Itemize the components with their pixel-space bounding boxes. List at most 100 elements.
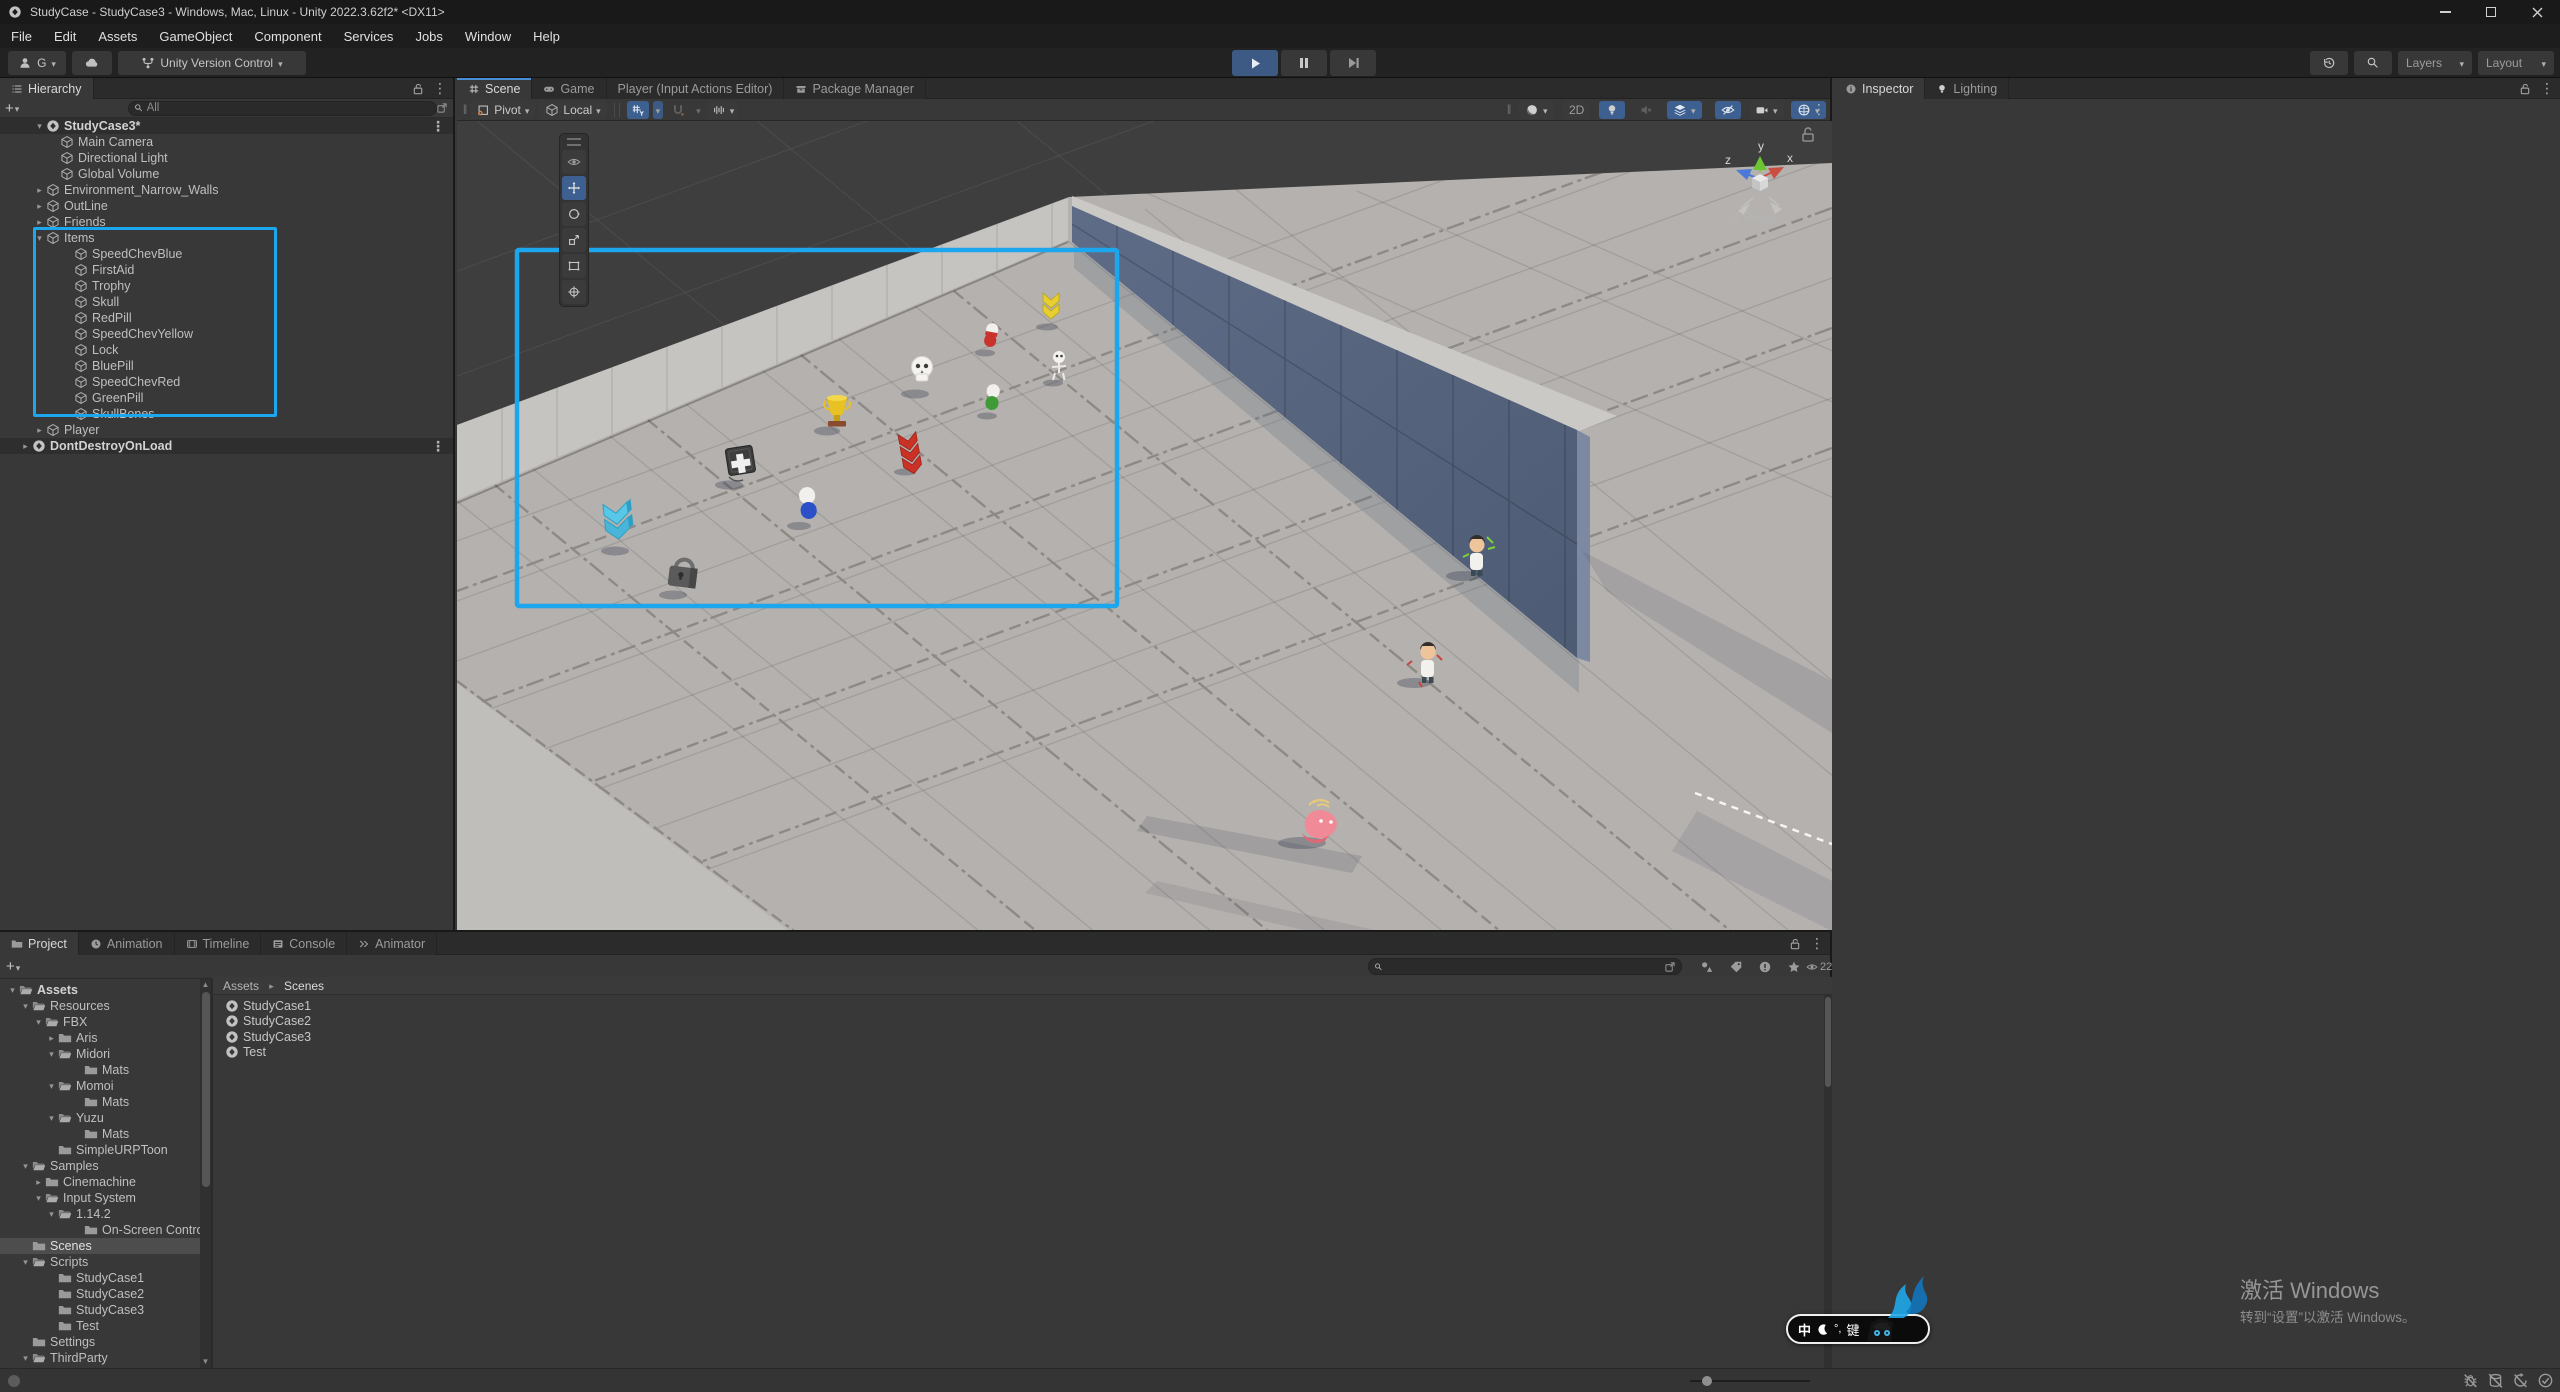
- view-tool-button[interactable]: [562, 150, 586, 174]
- filter-by-label-icon[interactable]: [1729, 960, 1743, 974]
- hierarchy-scene-row[interactable]: DontDestroyOnLoad: [0, 438, 453, 454]
- expand-arrow-icon[interactable]: [33, 182, 46, 198]
- scrollbar-thumb[interactable]: [1825, 997, 1831, 1087]
- snap-caret[interactable]: [693, 101, 704, 119]
- tab-lighting[interactable]: Lighting: [1925, 78, 2009, 99]
- account-button[interactable]: G: [8, 51, 66, 75]
- expand-arrow-icon[interactable]: [6, 982, 19, 998]
- panel-menu-icon[interactable]: [1810, 935, 1824, 952]
- tree-item[interactable]: StudyCase2: [0, 1286, 200, 1302]
- hidden-objects-button[interactable]: [1715, 101, 1741, 119]
- orientation-gizmo[interactable]: y x z: [1705, 122, 1835, 242]
- expand-arrow-icon[interactable]: [19, 998, 32, 1014]
- layout-dropdown[interactable]: Layout: [2478, 51, 2554, 75]
- maximize-button[interactable]: [2468, 0, 2514, 24]
- cache-server-disabled-icon[interactable]: [2487, 1372, 2504, 1389]
- tree-item[interactable]: Cinemachine: [0, 1174, 200, 1190]
- debugger-disabled-icon[interactable]: [2462, 1372, 2479, 1389]
- expand-arrow-icon[interactable]: [45, 1206, 58, 1222]
- ime-mode-label[interactable]: 中: [1798, 1320, 1811, 1339]
- pane-options-icon[interactable]: [436, 102, 448, 114]
- overlay-drag-handle[interactable]: [567, 138, 581, 146]
- tree-item[interactable]: Mats: [0, 1126, 200, 1142]
- pivot-mode-dropdown[interactable]: Pivot: [470, 101, 535, 119]
- expand-arrow-icon[interactable]: [45, 1110, 58, 1126]
- asset-file[interactable]: Test: [213, 1045, 1832, 1061]
- scene-viewport[interactable]: [457, 121, 1832, 930]
- hierarchy-item[interactable]: RedPill: [0, 310, 453, 326]
- global-search-button[interactable]: [2354, 51, 2392, 75]
- drag-handle-icon[interactable]: ||: [463, 104, 466, 115]
- asset-file[interactable]: StudyCase1: [213, 998, 1832, 1014]
- hierarchy-item[interactable]: Skull: [0, 294, 453, 310]
- hierarchy-item[interactable]: FirstAid: [0, 262, 453, 278]
- hierarchy-item[interactable]: Global Volume: [0, 166, 453, 182]
- hierarchy-item[interactable]: SpeedChevBlue: [0, 246, 453, 262]
- auto-refresh-disabled-icon[interactable]: [2512, 1372, 2529, 1389]
- expand-arrow-icon[interactable]: [19, 1254, 32, 1270]
- drag-handle-icon[interactable]: ||: [1507, 104, 1510, 115]
- layers-dropdown[interactable]: Layers: [2398, 51, 2472, 75]
- undo-history-button[interactable]: [2310, 51, 2348, 75]
- panel-menu-icon[interactable]: [433, 80, 447, 97]
- tree-item[interactable]: Settings: [0, 1334, 200, 1350]
- axis-x-label[interactable]: x: [1787, 151, 1793, 165]
- hierarchy-item[interactable]: SpeedChevYellow: [0, 326, 453, 342]
- menu-jobs[interactable]: Jobs: [404, 24, 453, 48]
- panel-lock-icon[interactable]: [2518, 82, 2532, 96]
- asset-file[interactable]: StudyCase3: [213, 1029, 1832, 1045]
- tree-item[interactable]: SimpleURPToon: [0, 1142, 200, 1158]
- tab-timeline[interactable]: Timeline: [175, 932, 262, 955]
- menu-edit[interactable]: Edit: [43, 24, 87, 48]
- ime-punct-label[interactable]: °,: [1834, 1323, 1841, 1335]
- cloud-button[interactable]: [72, 51, 112, 75]
- breadcrumb-current[interactable]: Scenes: [284, 979, 324, 993]
- tab-console[interactable]: Console: [261, 932, 347, 955]
- tab-scene[interactable]: Scene: [457, 78, 532, 99]
- tree-item[interactable]: FBX: [0, 1014, 200, 1030]
- create-asset-button[interactable]: +: [6, 959, 20, 974]
- hierarchy-item-items[interactable]: Items: [0, 230, 453, 246]
- tab-project[interactable]: Project: [0, 932, 79, 955]
- tab-package-manager[interactable]: Package Manager: [784, 78, 925, 99]
- expand-arrow-icon[interactable]: [45, 1046, 58, 1062]
- panel-lock-icon[interactable]: [411, 82, 425, 96]
- hierarchy-item[interactable]: Directional Light: [0, 150, 453, 166]
- snap-increment-button[interactable]: [708, 101, 739, 119]
- scene-effects-dropdown[interactable]: [1667, 101, 1702, 119]
- tree-item[interactable]: On-Screen Contro: [0, 1222, 200, 1238]
- draw-mode-dropdown[interactable]: [1519, 101, 1554, 119]
- rect-tool-button[interactable]: [562, 254, 586, 278]
- tree-scrollbar[interactable]: ▲ ▼: [200, 979, 211, 1368]
- row-menu-icon[interactable]: [431, 118, 445, 134]
- hierarchy-item[interactable]: Main Camera: [0, 134, 453, 150]
- tree-item[interactable]: 1.14.2: [0, 1206, 200, 1222]
- tree-item[interactable]: Test: [0, 1318, 200, 1334]
- tab-animation[interactable]: Animation: [79, 932, 175, 955]
- hierarchy-item[interactable]: Friends: [0, 214, 453, 230]
- expand-arrow-icon[interactable]: [45, 1030, 58, 1046]
- menu-help[interactable]: Help: [522, 24, 571, 48]
- expand-arrow-icon[interactable]: [19, 438, 32, 454]
- hierarchy-item[interactable]: Environment_Narrow_Walls: [0, 182, 453, 198]
- grid-visibility-button[interactable]: [627, 101, 649, 119]
- tree-item[interactable]: ThirdParty: [0, 1350, 200, 1366]
- camera-settings-dropdown[interactable]: [1749, 101, 1784, 119]
- hierarchy-scene-row[interactable]: StudyCase3*: [0, 118, 453, 134]
- tree-item[interactable]: Scripts: [0, 1254, 200, 1270]
- tree-item[interactable]: Samples: [0, 1158, 200, 1174]
- panel-lock-icon[interactable]: [1788, 937, 1802, 951]
- favorites-icon[interactable]: [1787, 960, 1801, 974]
- scene-audio-button[interactable]: [1633, 101, 1659, 119]
- tab-player-input-actions[interactable]: Player (Input Actions Editor): [607, 78, 785, 99]
- expand-arrow-icon[interactable]: [33, 198, 46, 214]
- hierarchy-item[interactable]: Player: [0, 422, 453, 438]
- tree-item-scenes[interactable]: Scenes: [0, 1238, 200, 1254]
- ime-key-label[interactable]: 键: [1846, 1320, 1859, 1339]
- tab-animator[interactable]: Animator: [347, 932, 437, 955]
- projection-mode-label[interactable]: Persp: [1729, 210, 1776, 224]
- search-external-icon[interactable]: [1664, 961, 1676, 973]
- expand-arrow-icon[interactable]: [33, 422, 46, 438]
- tree-item[interactable]: StudyCase1: [0, 1270, 200, 1286]
- breadcrumb-root[interactable]: Assets: [223, 979, 259, 993]
